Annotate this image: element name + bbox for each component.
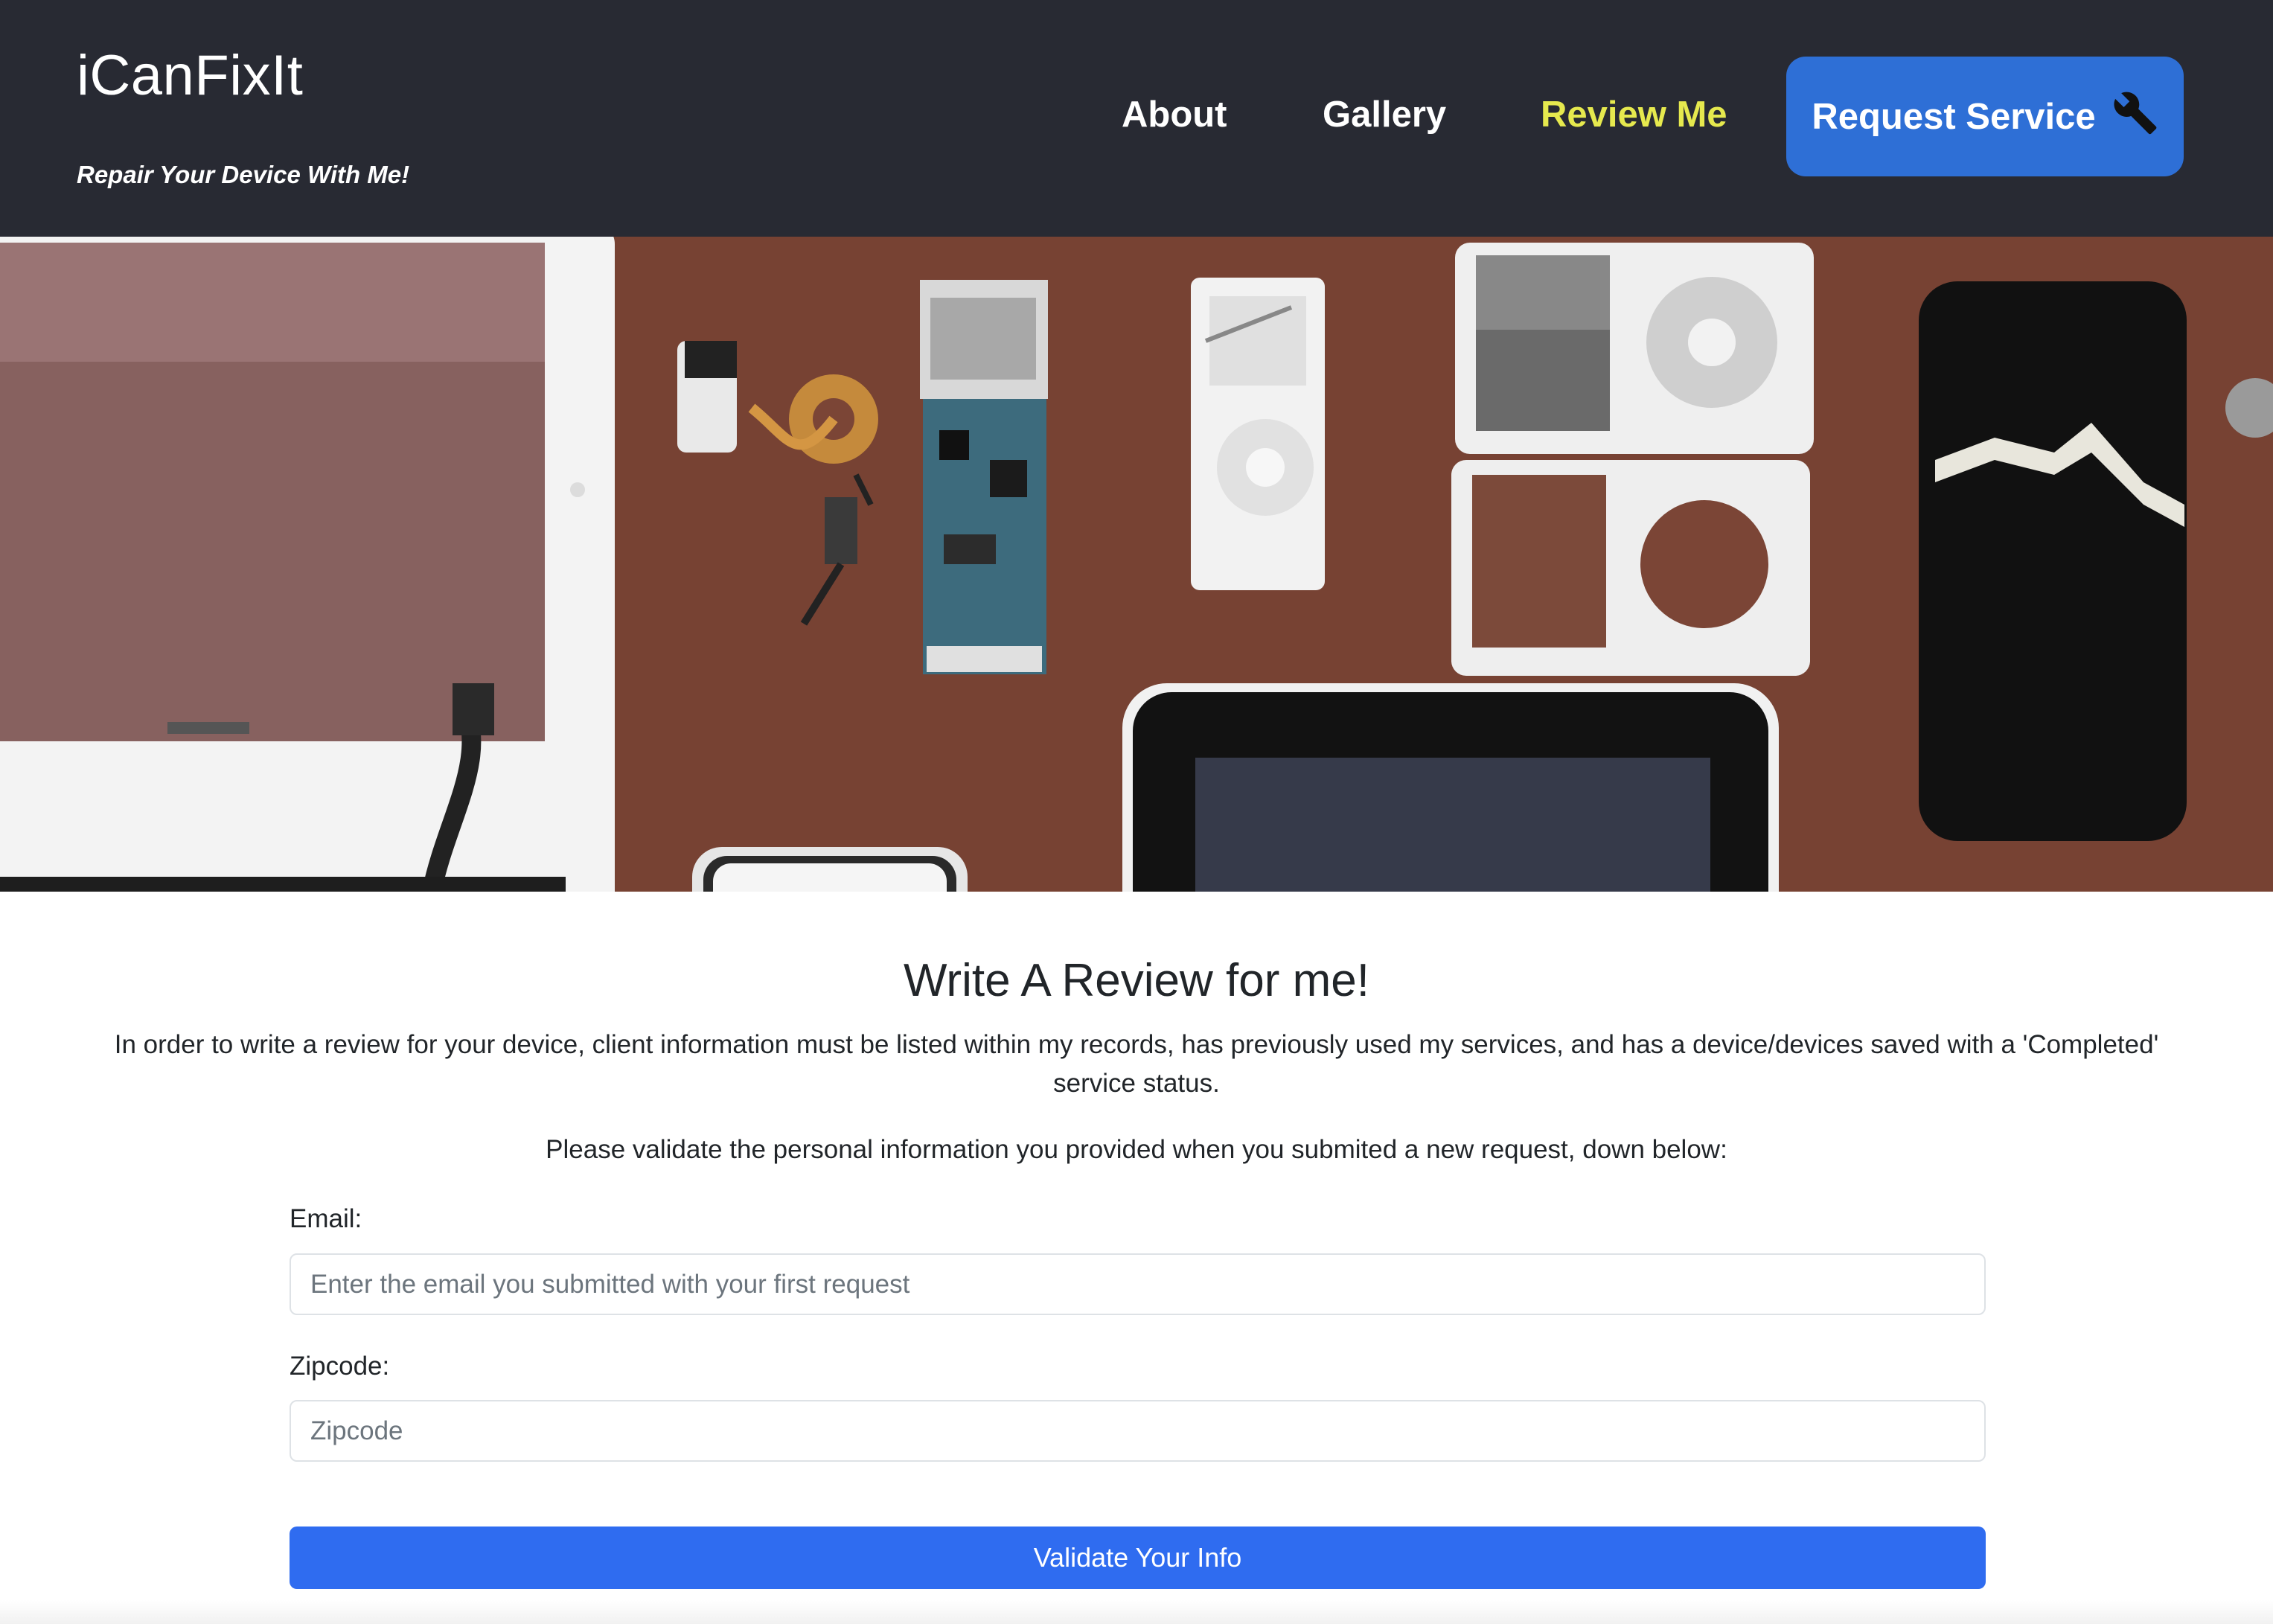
request-service-label: Request Service [1812, 96, 2096, 137]
zipcode-field[interactable] [290, 1400, 1986, 1462]
nav-about-link[interactable]: About [1122, 94, 1227, 135]
zipcode-label: Zipcode: [290, 1352, 390, 1381]
nav-review-link[interactable]: Review Me [1541, 94, 1727, 135]
wrench-icon [2114, 92, 2157, 134]
review-title: Write A Review for me! [904, 955, 1369, 1006]
hero-image [0, 237, 2273, 892]
email-field[interactable] [290, 1253, 1986, 1315]
brand-tagline: Repair Your Device With Me! [77, 161, 410, 188]
navbar: iCanFixIt Repair Your Device With Me! Ab… [0, 0, 2273, 237]
validate-info-button[interactable]: Validate Your Info [290, 1527, 1986, 1589]
page-bottom-divider [0, 1600, 2273, 1624]
nav-gallery-link[interactable]: Gallery [1323, 94, 1446, 135]
email-label: Email: [290, 1204, 362, 1233]
brand-logo[interactable]: iCanFixIt [77, 43, 303, 108]
review-instruction-text: Please validate the personal information… [546, 1135, 1727, 1164]
request-service-button[interactable]: Request Service [1786, 57, 2184, 176]
review-intro-text: In order to write a review for your devi… [114, 1030, 2159, 1098]
